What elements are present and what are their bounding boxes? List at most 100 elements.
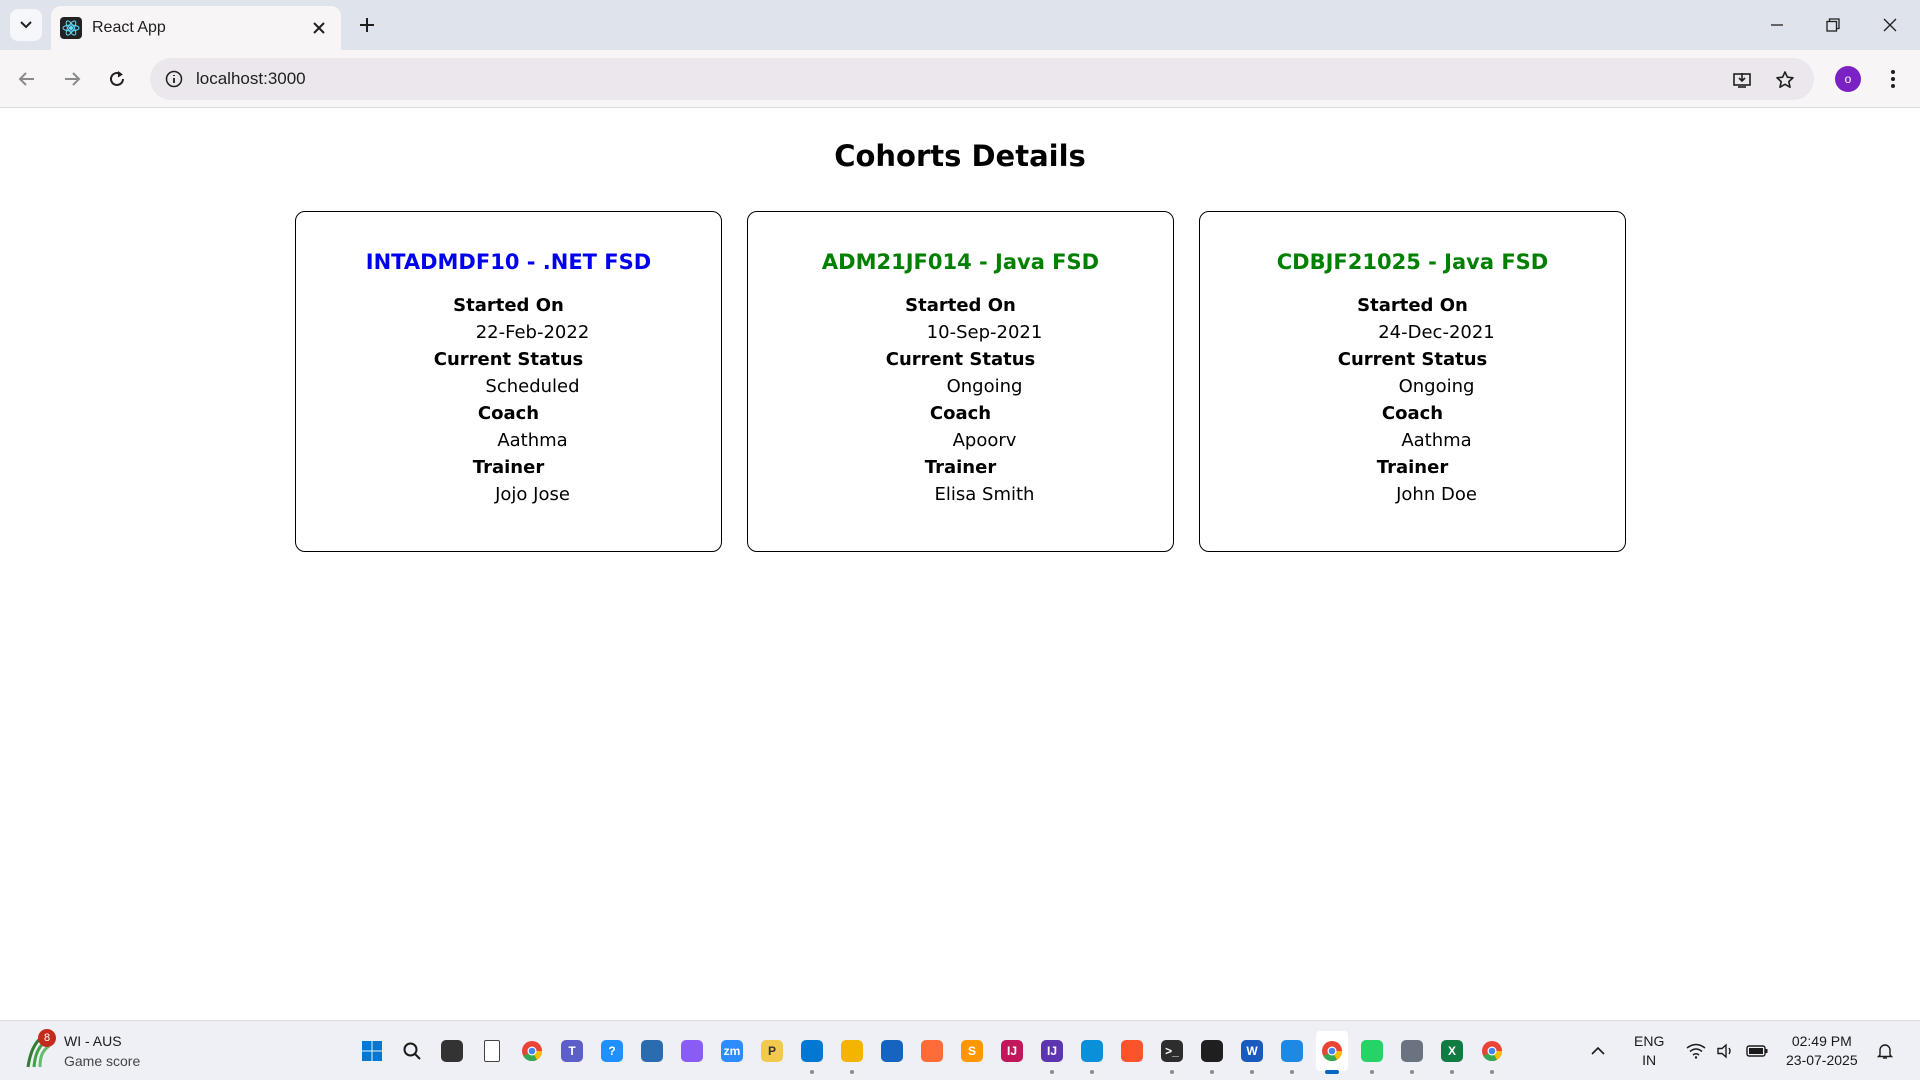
taskbar-app-intellij[interactable]: IJ	[996, 1031, 1028, 1071]
close-window-button[interactable]	[1875, 10, 1905, 40]
tray-show-hidden[interactable]	[1590, 1021, 1606, 1081]
weather-subtitle: Game score	[64, 1053, 141, 1069]
language-indicator[interactable]: ENG IN	[1634, 1021, 1664, 1081]
folder-icon	[841, 1040, 863, 1062]
tab-close-button[interactable]	[309, 18, 329, 38]
system-status-group[interactable]	[1686, 1021, 1768, 1081]
taskbar-app-edge[interactable]	[1076, 1031, 1108, 1074]
current-status-value: Ongoing	[946, 376, 1023, 397]
taskbar-app-git[interactable]	[1196, 1031, 1228, 1074]
vscode-icon	[801, 1040, 823, 1062]
taskbar-app-teams[interactable]: T	[556, 1031, 588, 1071]
teams-icon: T	[561, 1040, 583, 1062]
cohort-details: Started On 24-Dec-2021 Current Status On…	[1200, 292, 1625, 508]
taskbar-app-start[interactable]	[356, 1031, 388, 1071]
taskbar-app-excel[interactable]: X	[1436, 1031, 1468, 1074]
notification-badge: 8	[38, 1029, 56, 1047]
taskbar-app-word[interactable]: W	[1236, 1031, 1268, 1074]
cohort-card: CDBJF21025 - Java FSD Started On 24-Dec-…	[1199, 211, 1626, 552]
taskbar-app-zoom[interactable]: zm	[716, 1031, 748, 1071]
browser-menu-button[interactable]	[1880, 64, 1906, 94]
started-on-label: Started On	[1357, 295, 1468, 316]
install-icon	[1733, 73, 1751, 88]
bookmark-button[interactable]	[1771, 66, 1799, 94]
coach-label: Coach	[477, 403, 540, 424]
reload-icon	[110, 71, 124, 86]
taskbar-app-postman-orange[interactable]	[916, 1031, 948, 1071]
started-on-value: 10-Sep-2021	[926, 322, 1043, 343]
taskbar-app-vscode[interactable]	[796, 1031, 828, 1074]
taskbar-app-postman[interactable]: P	[756, 1031, 788, 1071]
page-title: Cohorts Details	[834, 139, 1086, 173]
url-text[interactable]: localhost:3000	[196, 69, 306, 89]
taskbar-app-network-app[interactable]	[636, 1031, 668, 1071]
tab-search-button[interactable]	[10, 9, 42, 41]
running-indicator	[1170, 1070, 1174, 1074]
running-indicator	[1490, 1070, 1494, 1074]
search-icon	[401, 1040, 423, 1062]
taskbar-app-file-explorer[interactable]	[836, 1031, 868, 1074]
reload-button[interactable]	[102, 64, 132, 94]
taskbar-app-brave[interactable]	[1116, 1031, 1148, 1071]
taskbar-app-copilot[interactable]	[676, 1031, 708, 1071]
notification-center-button[interactable]	[1876, 1021, 1894, 1081]
taskbar-app-chrome[interactable]	[516, 1031, 548, 1071]
volume-icon	[1717, 1043, 1731, 1059]
trainer-label: Trainer	[924, 457, 997, 478]
weather-widget[interactable]: 8 WI - AUS Game score	[22, 1029, 162, 1073]
browser-titlebar: React App	[0, 0, 1920, 50]
trainer-value: John Doe	[1396, 484, 1477, 505]
cohort-card: INTADMDF10 - .NET FSD Started On 22-Feb-…	[295, 211, 722, 552]
current-status-value: Ongoing	[1398, 376, 1475, 397]
taskbar-app-chrome-active[interactable]	[1316, 1031, 1348, 1074]
taskbar-app-store[interactable]	[876, 1031, 908, 1071]
restore-button[interactable]	[1818, 10, 1848, 40]
language-text: ENG	[1634, 1033, 1665, 1049]
store-icon	[881, 1040, 903, 1062]
file-icon	[484, 1040, 500, 1062]
taskbar-app-help[interactable]: ?	[596, 1031, 628, 1071]
taskbar-app-search[interactable]	[396, 1031, 428, 1071]
clock[interactable]: 02:49 PM 23-07-2025	[1786, 1021, 1858, 1081]
forward-button[interactable]	[57, 64, 87, 94]
coach-value: Aathma	[1401, 430, 1472, 451]
taskbar-app-notepad[interactable]	[476, 1031, 508, 1071]
taskbar-app-task-view[interactable]	[436, 1031, 468, 1071]
new-tab-button[interactable]	[353, 11, 381, 39]
site-info-icon[interactable]	[164, 69, 184, 89]
coach-value: Aathma	[497, 430, 568, 451]
coach-label: Coach	[1381, 403, 1444, 424]
trainer-label: Trainer	[1376, 457, 1449, 478]
install-app-button[interactable]	[1728, 66, 1756, 94]
chevron-down-icon	[20, 21, 32, 29]
trainer-label: Trainer	[472, 457, 545, 478]
cohort-title: ADM21JF014 - Java FSD	[821, 250, 1100, 274]
taskbar-apps: T? zm P S IJ IJ >_ W X	[356, 1031, 1508, 1074]
windows-taskbar: 8 WI - AUS Game score T? zm P S IJ IJ >_ W X ENG…	[0, 1020, 1920, 1080]
arrow-right-icon	[65, 72, 81, 86]
minimize-button[interactable]	[1762, 10, 1792, 40]
taskbar-app-photos[interactable]	[1276, 1031, 1308, 1074]
taskbar-app-terminal[interactable]: >_	[1156, 1031, 1188, 1074]
battery-icon	[1746, 1045, 1768, 1057]
page-viewport: Cohorts Details INTADMDF10 - .NET FSD St…	[0, 109, 1920, 1020]
profile-avatar[interactable]: o	[1835, 66, 1861, 92]
current-status-label: Current Status	[1337, 349, 1488, 370]
taskbar-app-intellij-2[interactable]: IJ	[1036, 1031, 1068, 1074]
taskbar-app-whatsapp[interactable]	[1356, 1031, 1388, 1074]
taskbar-app-sublime[interactable]: S	[956, 1031, 988, 1071]
address-bar[interactable]: localhost:3000	[150, 58, 1814, 100]
taskbar-app-settings[interactable]	[1396, 1031, 1428, 1074]
trainer-value: Jojo Jose	[495, 484, 570, 505]
chevron-up-icon	[1591, 1046, 1605, 1055]
react-logo-icon	[60, 17, 82, 39]
copilot-icon	[681, 1040, 703, 1062]
back-button[interactable]	[12, 64, 42, 94]
help-icon: ?	[601, 1040, 623, 1062]
browser-tab[interactable]: React App	[51, 6, 341, 50]
chrome-icon	[521, 1040, 543, 1062]
taskbar-app-chrome-2[interactable]	[1476, 1031, 1508, 1074]
zoom-icon: zm	[721, 1040, 743, 1062]
running-indicator	[1210, 1070, 1214, 1074]
wifi-icon	[1686, 1043, 1706, 1059]
